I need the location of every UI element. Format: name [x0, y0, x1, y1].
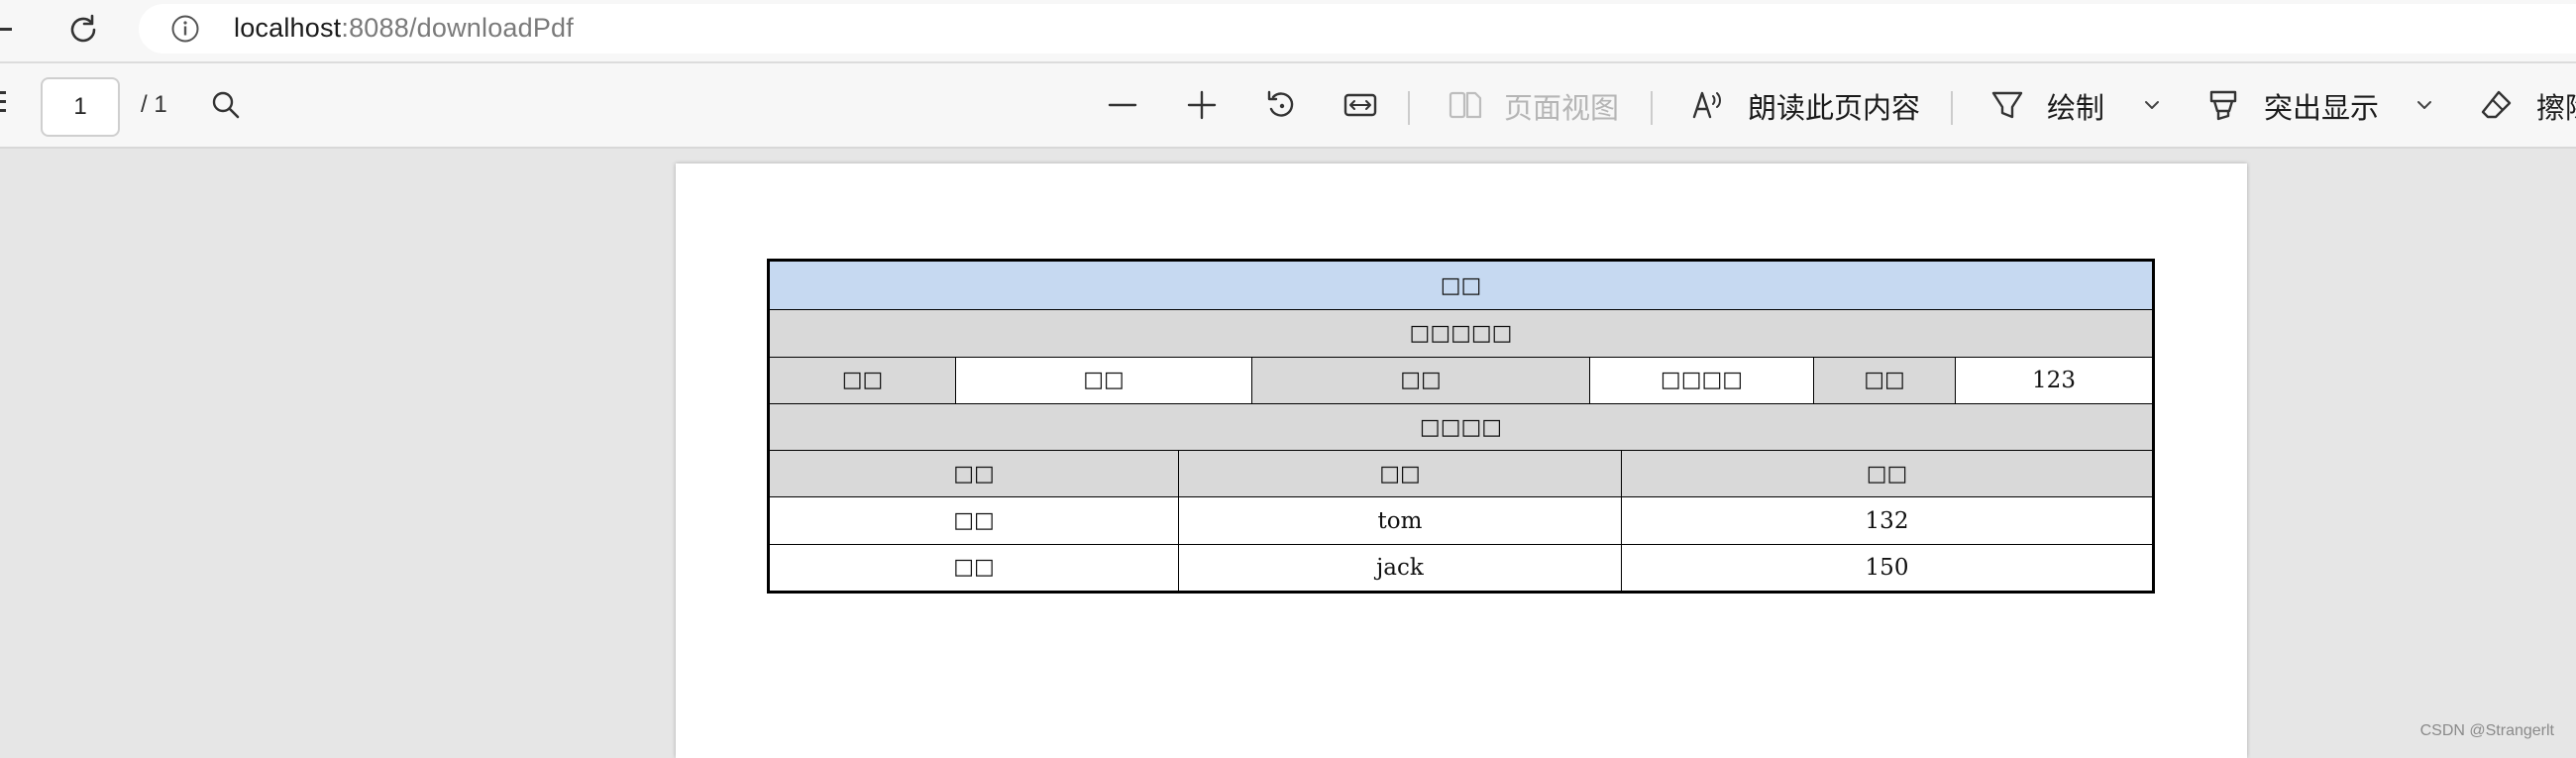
column-header: □□	[768, 450, 1179, 498]
table-cell: 132	[1621, 496, 2154, 545]
read-aloud-icon[interactable]	[1686, 83, 1730, 127]
search-icon[interactable]	[204, 83, 248, 127]
rotate-icon[interactable]	[1259, 83, 1303, 127]
draw-chevron-down-icon[interactable]	[2130, 83, 2174, 127]
highlight-chevron-down-icon[interactable]	[2403, 83, 2446, 127]
draw-button[interactable]: 绘制	[2047, 90, 2104, 126]
info-value: □□	[955, 356, 1252, 404]
table-title: □□	[768, 259, 2154, 311]
info-label: □□	[768, 356, 956, 404]
page-view-icon[interactable]	[1444, 83, 1487, 127]
info-value: 123	[1955, 356, 2154, 404]
page-number-input[interactable]: 1	[41, 77, 120, 137]
url-text[interactable]: localhost:8088/downloadPdf	[234, 11, 574, 45]
page-view-button[interactable]: 页面视图	[1504, 90, 1619, 126]
zoom-in-icon[interactable]	[1180, 83, 1224, 127]
draw-icon[interactable]	[1986, 83, 2029, 127]
table-cell: □□	[768, 496, 1179, 545]
info-value: □□□□	[1589, 356, 1814, 404]
eraser-icon[interactable]	[2475, 83, 2519, 127]
column-header: □□	[1178, 450, 1622, 498]
toolbar-divider	[1951, 91, 1953, 125]
read-aloud-button[interactable]: 朗读此页内容	[1748, 90, 1920, 126]
address-bar: localhost:8088/downloadPdf	[0, 0, 2576, 63]
table-cell: tom	[1178, 496, 1622, 545]
page-total: / 1	[141, 91, 167, 118]
section-header: □□□□□	[768, 309, 2154, 358]
toolbar-divider	[1651, 91, 1653, 125]
toolbar-divider	[1408, 91, 1410, 125]
highlight-icon[interactable]	[2201, 83, 2245, 127]
table-row: □□ tom 132	[768, 496, 2154, 545]
zoom-out-icon[interactable]	[1101, 83, 1144, 127]
url-host: localhost	[234, 13, 342, 43]
info-label: □□	[1251, 356, 1590, 404]
pdf-page: □□ □□□□□ □□ □□ □□ □□□□ □□ 123 □□□□ □□ □□…	[676, 163, 2247, 758]
highlight-button[interactable]: 突出显示	[2264, 90, 2379, 126]
fit-width-icon[interactable]	[1339, 83, 1382, 127]
back-arrow-icon[interactable]	[0, 28, 12, 31]
report-table: □□ □□□□□ □□ □□ □□ □□□□ □□ 123 □□□□ □□ □□…	[767, 259, 2155, 594]
reload-icon[interactable]	[61, 10, 105, 50]
contents-menu-icon[interactable]	[0, 91, 8, 118]
table-row: □□ jack 150	[768, 543, 2154, 594]
url-path: :8088/downloadPdf	[341, 13, 574, 43]
info-icon[interactable]	[170, 14, 200, 44]
column-header: □□	[1621, 450, 2154, 498]
info-label: □□	[1813, 356, 1956, 404]
table-cell: jack	[1178, 543, 1622, 594]
table-cell: □□	[768, 543, 1179, 594]
section-header: □□□□	[768, 402, 2154, 452]
watermark: CSDN @Strangerlt	[2419, 722, 2554, 739]
pdf-toolbar: 1 / 1 页面视图 朗读此页内容 绘制 突出显示 擦	[0, 63, 2576, 149]
erase-button[interactable]: 擦除	[2536, 90, 2576, 126]
table-cell: 150	[1621, 543, 2154, 594]
